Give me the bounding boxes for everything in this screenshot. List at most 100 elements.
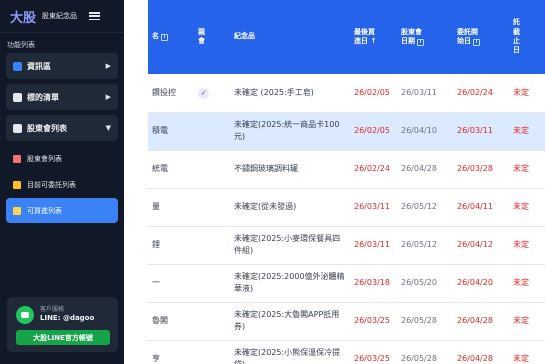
sidebar-item-info[interactable]: 資訊區 ▶ <box>6 53 118 79</box>
cell-entrust-start: 26/04/11 <box>453 188 509 227</box>
cell-entrust-end: 未定 <box>509 112 545 151</box>
cell-entrust-end: 未定 <box>509 226 545 265</box>
sidebar-subitem-label: 股東會列表 <box>27 154 62 163</box>
sidebar-subitem-entrust-list[interactable]: 目前可委託列表 <box>6 172 118 197</box>
chevron-right-icon: ▶ <box>105 93 111 101</box>
cell-meeting-date: 26/05/12 <box>397 188 453 227</box>
support-label: 客戶服務 <box>40 306 65 313</box>
line-official-button[interactable]: 大股LINE官方帳號 <box>16 330 110 345</box>
table-row[interactable]: 鑽投控 ✓ 未確定 (2025:手工皂) 26/02/05 26/03/11 26/02/… <box>148 74 545 113</box>
calendar-icon <box>13 154 21 163</box>
cell-vote <box>194 150 230 189</box>
cell-entrust-end: 未定 <box>509 264 545 303</box>
cell-name: 量 <box>148 188 194 227</box>
cell-entrust-start: 26/03/11 <box>453 112 509 151</box>
cell-meeting-date: 26/05/20 <box>397 264 453 303</box>
calendar-icon <box>13 123 22 133</box>
cell-entrust-end: 未定 <box>509 74 545 113</box>
cell-last-buy: 26/03/25 <box>350 302 397 341</box>
info-icon[interactable]: i <box>473 39 480 46</box>
memo-icon <box>13 180 21 189</box>
cell-last-buy: 26/03/11 <box>350 226 397 265</box>
cell-vote <box>194 302 230 341</box>
col-header-vote[interactable]: 親 會 <box>194 0 230 74</box>
table-body: 鑽投控 ✓ 未確定 (2025:手工皂) 26/02/05 26/03/11 26/02/… <box>148 74 545 364</box>
sidebar-subitem-buyable-list[interactable]: 可買進列表 <box>6 198 118 223</box>
cell-souvenir: 未確定(2025:2000億外泌體精華液) <box>230 264 350 303</box>
sidebar-menu: 資訊區 ▶ 標的清單 ▶ 股東會列表 ▼ <box>0 53 124 141</box>
table-row[interactable]: 一未確定(2025:2000億外泌體精華液) 26/03/18 26/05/20 26… <box>148 264 545 303</box>
sidebar-subitem-meeting-list[interactable]: 股東會列表 <box>6 146 118 171</box>
cell-souvenir: 未確定(2025:大魯閣APP抵用券) <box>230 302 350 341</box>
cell-entrust-start: 26/04/28 <box>453 302 509 341</box>
table-row[interactable]: 統電 不鏽鋼玻璃調料罐 26/02/24 26/04/28 26/03/28 未定 <box>148 150 545 189</box>
table-row[interactable]: 亨 未確定(2025:小熊保溫保冷提袋)26/03/2526/05/2826/04… <box>148 340 545 364</box>
cell-name: 統電 <box>148 150 194 189</box>
sidebar-item-label: 標的清單 <box>27 92 59 102</box>
info-icon[interactable]: i <box>161 34 168 42</box>
cell-entrust-end: 未定 <box>509 302 545 341</box>
sidebar-subitem-label: 目前可委託列表 <box>27 180 76 189</box>
table-header-row: 名i 親 會 紀念品 最後買 進日 ↑ 股東會 日期 i 委託開 始日 i 託 截 … <box>148 0 545 74</box>
section-title: 功能列表 <box>7 41 35 49</box>
chat-icon <box>16 306 34 324</box>
cell-last-buy: 26/03/11 <box>350 188 397 227</box>
col-header-meeting-date[interactable]: 股東會 日期 i <box>397 0 453 74</box>
cell-meeting-date: 26/05/28 <box>397 340 453 364</box>
data-table: 名i 親 會 紀念品 最後買 進日 ↑ 股東會 日期 i 委託開 始日 i 託 截 … <box>148 0 545 364</box>
topbar: 大股 股東紀念品 <box>0 0 124 33</box>
cell-souvenir: 未確定(2025:小熊保溫保冷提袋) <box>230 340 350 364</box>
cell-entrust-start: 26/04/12 <box>453 226 509 265</box>
sort-ascending-icon[interactable]: ↑ <box>370 37 376 45</box>
cell-vote <box>194 340 230 364</box>
cell-entrust-start: 26/04/28 <box>453 340 509 364</box>
cell-name: 一 <box>148 264 194 303</box>
cell-entrust-end: 未定 <box>509 188 545 227</box>
line-id: LINE: @dagoo <box>40 314 95 322</box>
sidebar-item-label: 資訊區 <box>27 61 51 71</box>
cell-vote <box>194 112 230 151</box>
cell-last-buy: 26/02/05 <box>350 74 397 113</box>
cell-vote <box>194 226 230 265</box>
sidebar-item-target-list[interactable]: 標的清單 ▶ <box>6 84 118 110</box>
col-header-souvenir[interactable]: 紀念品 <box>230 0 350 74</box>
cell-last-buy: 26/02/05 <box>350 112 397 151</box>
col-header-last-buy[interactable]: 最後買 進日 ↑ <box>350 0 397 74</box>
info-icon[interactable]: i <box>417 39 424 46</box>
menu-toggle-icon[interactable] <box>89 12 101 20</box>
cell-name: 亨 <box>148 340 194 364</box>
table-row[interactable]: 魯閣 未確定(2025:大魯閣APP抵用券) 26/03/25 26/05/28 26/… <box>148 302 545 341</box>
support-card: 客戶服務 LINE: @dagoo 大股LINE官方帳號 <box>7 297 118 352</box>
cell-last-buy: 26/03/25 <box>350 340 397 364</box>
cell-souvenir: 未確定(2025:統一商品卡100元) <box>230 112 350 151</box>
cell-vote: ✓ <box>194 74 230 113</box>
cell-last-buy: 26/02/24 <box>350 150 397 189</box>
col-header-name[interactable]: 名i <box>148 0 194 74</box>
cell-souvenir: 未確定(2025:小麥環保餐具四件組) <box>230 226 350 265</box>
data-table-container: 名i 親 會 紀念品 最後買 進日 ↑ 股東會 日期 i 委託開 始日 i 託 截 … <box>148 0 545 364</box>
table-row[interactable]: 鋰未確定(2025:小麥環保餐具四件組) 26/03/11 26/05/12 26/0… <box>148 226 545 265</box>
sidebar-item-meetings[interactable]: 股東會列表 ▼ <box>6 115 118 141</box>
cell-vote <box>194 264 230 303</box>
cell-souvenir: 未確定 (2025:手工皂) <box>230 74 350 113</box>
cell-entrust-start: 26/02/24 <box>453 74 509 113</box>
cell-name: 鋰 <box>148 226 194 265</box>
col-header-entrust-end[interactable]: 託 截 止 日 <box>509 0 545 74</box>
cell-meeting-date: 26/03/11 <box>397 74 453 113</box>
sidebar-subitem-label: 可買進列表 <box>27 206 62 215</box>
check-icon: ✓ <box>198 87 209 99</box>
brand-logo[interactable]: 大股 <box>10 7 36 26</box>
table-row[interactable]: 量未確定(從未發過) 26/03/11 26/05/12 26/04/11 未定 <box>148 188 545 227</box>
sidebar-item-label: 股東會列表 <box>27 123 67 133</box>
app-root: 大股 股東紀念品 功能列表 資訊區 ▶ 標的清單 ▶ 股東會列表 ▼ 股東會列表… <box>0 0 545 364</box>
cell-name: 魯閣 <box>148 302 194 341</box>
money-bag-icon <box>13 206 21 215</box>
content-gutter <box>124 0 148 364</box>
info-icon <box>13 61 22 71</box>
cell-meeting-date: 26/05/12 <box>397 226 453 265</box>
col-header-entrust-start[interactable]: 委託開 始日 i <box>453 0 509 74</box>
cell-entrust-start: 26/03/28 <box>453 150 509 189</box>
cell-entrust-end: 未定 <box>509 150 545 189</box>
cell-meeting-date: 26/05/28 <box>397 302 453 341</box>
table-row[interactable]: 積電 未確定(2025:統一商品卡100元) 26/02/05 26/04/10 26/… <box>148 112 545 151</box>
